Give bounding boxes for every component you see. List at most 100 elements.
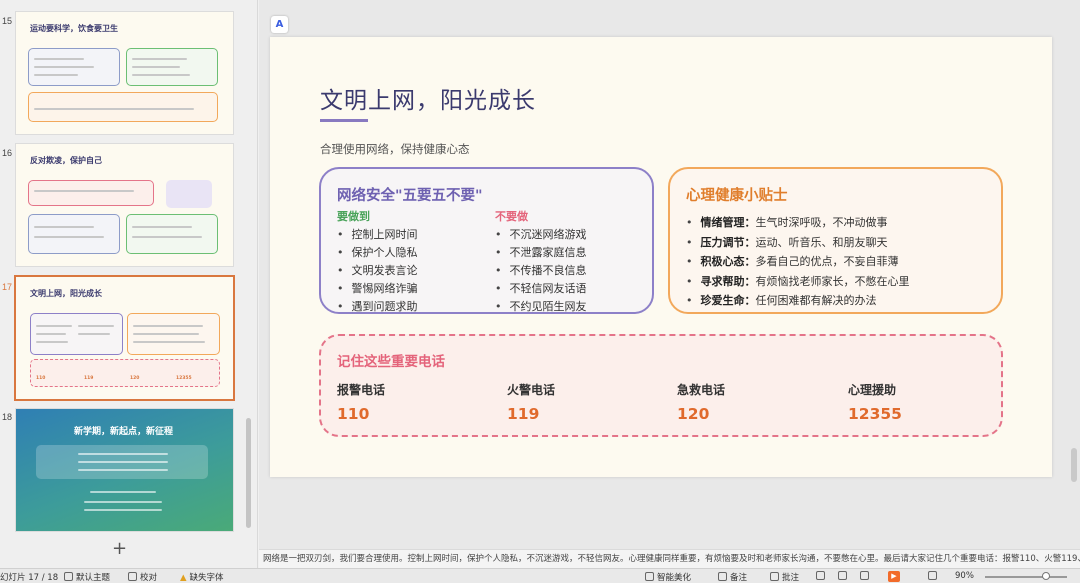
tip-value: 有烦恼找老师家长，不憋在心里 xyxy=(755,274,910,288)
list-item: 寻求帮助：有烦恼找老师家长，不憋在心里 xyxy=(686,272,910,292)
thumbnail-number: 18 xyxy=(2,412,13,422)
thumbnail-text-line xyxy=(36,333,66,335)
thumbnail-box xyxy=(30,359,220,387)
thumbnail-text-line xyxy=(78,469,168,471)
list-item: 警惕网络诈骗 xyxy=(337,280,418,298)
thumbnail-box xyxy=(126,214,218,254)
slide-title[interactable]: 文明上网，阳光成长 xyxy=(320,81,536,115)
mental-health-card-title: 心理健康小贴士 xyxy=(686,188,788,204)
speaker-notes[interactable]: 网络是一把双刃剑，我们要合理使用。控制上网时间，保护个人隐私，不沉迷游戏，不轻信… xyxy=(259,549,1080,568)
tip-value: 生气时深呼吸，不冲动做事 xyxy=(755,216,888,229)
thumbnail-slide-15[interactable]: 运动要科学，饮食要卫生 xyxy=(16,12,233,134)
network-safety-card[interactable]: 网络安全"五要五不要" 要做到 控制上网时间 保护个人隐私 文明发表言论 警惕网… xyxy=(319,167,654,314)
thumbnail-slide-17[interactable]: 文明上网，阳光成长 110 119 120 12355 xyxy=(16,277,233,399)
thumbnail-slide-18[interactable]: 新学期，新起点，新征程 xyxy=(16,409,233,531)
thumbnail-text-line xyxy=(36,341,68,343)
theme-label: 默认主题 xyxy=(76,573,111,583)
play-slideshow-button[interactable]: ▶ xyxy=(888,571,900,582)
normal-view-icon xyxy=(816,571,825,580)
phone-number: 110 xyxy=(337,405,370,423)
thumbnail-slide-16[interactable]: 反对欺凌，保护自己 xyxy=(16,144,233,266)
phone-label: 心理援助 xyxy=(848,383,897,397)
add-slide-button[interactable]: + xyxy=(112,538,127,559)
comments-button[interactable]: 批注 xyxy=(770,571,799,583)
missing-font-label: 缺失字体 xyxy=(189,573,224,583)
beautify-button[interactable]: 智能美化 xyxy=(645,571,691,583)
dont-list: 不沉迷网络游戏 不泄露家庭信息 不传播不良信息 不轻信网友话语 不约见陌生网友 xyxy=(495,226,587,316)
notes-button[interactable]: 备注 xyxy=(718,571,747,583)
phone-label: 火警电话 xyxy=(507,383,556,397)
normal-view-button[interactable] xyxy=(816,571,833,582)
thumbnail-scrollbar[interactable] xyxy=(246,418,251,528)
list-item: 不传播不良信息 xyxy=(495,262,587,280)
network-card-title: 网络安全"五要五不要" xyxy=(337,188,483,204)
phone-numbers-card[interactable]: 记住这些重要电话 报警电话 110 火警电话 119 急救电话 120 心理援助… xyxy=(319,334,1003,437)
list-item: 遇到问题求助 xyxy=(337,298,418,316)
thumbnail-text-line xyxy=(132,66,180,68)
thumbnail-text-line xyxy=(132,236,202,238)
missing-font-button[interactable]: ▲ 缺失字体 xyxy=(180,571,224,583)
tip-value: 多看自己的优点，不妄自菲薄 xyxy=(755,255,899,268)
slide-thumbnail-panel[interactable]: 15 运动要科学，饮食要卫生 16 反对欺凌，保护自己 17 文明上网，阳光成长 xyxy=(0,0,258,568)
notes-label: 备注 xyxy=(730,573,748,583)
theme-icon xyxy=(64,572,73,581)
thumbnail-text-line xyxy=(90,491,156,493)
list-item: 不沉迷网络游戏 xyxy=(495,226,587,244)
editor-scrollbar[interactable] xyxy=(1071,448,1077,482)
thumbnail-text-line xyxy=(34,190,134,192)
thumbnail-number-110: 110 xyxy=(36,376,46,381)
theme-button[interactable]: 默认主题 xyxy=(64,571,110,583)
thumbnail-text-line xyxy=(34,66,94,68)
tip-key: 情绪管理： xyxy=(700,216,756,229)
proofread-label: 校对 xyxy=(140,573,158,583)
phone-number: 119 xyxy=(507,405,540,423)
tip-value: 运动、听音乐、和朋友聊天 xyxy=(755,235,888,249)
thumbnail-text-line xyxy=(34,236,104,238)
thumbnail-illustration xyxy=(166,180,212,208)
thumbnail-text-line xyxy=(84,509,162,511)
phone-number: 12355 xyxy=(848,405,902,423)
thumbnail-title: 文明上网，阳光成长 xyxy=(30,289,102,298)
slide-subtitle[interactable]: 合理使用网络，保持健康心态 xyxy=(320,141,470,157)
phone-label: 急救电话 xyxy=(677,383,726,397)
zoom-slider[interactable] xyxy=(985,576,1067,578)
app-logo-icon[interactable]: A xyxy=(271,16,288,33)
thumbnail-text-line xyxy=(78,325,114,327)
list-item: 珍爱生命：任何困难都有解决的办法 xyxy=(686,291,910,311)
thumbnail-text-line xyxy=(36,325,72,327)
zoom-slider-handle[interactable] xyxy=(1042,572,1050,580)
do-list: 控制上网时间 保护个人隐私 文明发表言论 警惕网络诈骗 遇到问题求助 xyxy=(337,226,418,316)
phone-card-title: 记住这些重要电话 xyxy=(337,354,445,370)
fit-window-button[interactable] xyxy=(928,571,940,582)
slide-position: 幻灯片 17 / 18 xyxy=(0,573,59,583)
fit-icon xyxy=(928,571,937,580)
list-item: 积极心态：多看自己的优点，不妄自菲薄 xyxy=(686,252,910,272)
thumbnail-text-line xyxy=(34,74,78,76)
slide-editor[interactable]: A 文明上网，阳光成长 合理使用网络，保持健康心态 网络安全"五要五不要" 要做… xyxy=(259,0,1080,549)
slide-canvas[interactable]: 文明上网，阳光成长 合理使用网络，保持健康心态 网络安全"五要五不要" 要做到 … xyxy=(270,37,1052,477)
warning-icon: ▲ xyxy=(180,573,187,583)
thumbnail-title: 运动要科学，饮食要卫生 xyxy=(30,24,118,33)
phone-item-ambulance: 急救电话 120 xyxy=(677,381,725,423)
grid-view-button[interactable] xyxy=(838,571,850,582)
proofread-icon xyxy=(128,572,137,581)
status-bar: 幻灯片 17 / 18 默认主题 校对 ▲ 缺失字体 智能美化 备注 批注 ▶ 9… xyxy=(0,568,1080,583)
phone-item-psych-aid: 心理援助 12355 xyxy=(848,381,902,423)
thumbnail-text-line xyxy=(34,58,84,60)
tip-key: 珍爱生命： xyxy=(700,294,756,307)
tip-value: 任何困难都有解决的办法 xyxy=(755,294,877,307)
list-item: 保护个人隐私 xyxy=(337,244,418,262)
thumbnail-title: 反对欺凌，保护自己 xyxy=(30,156,102,165)
list-item: 控制上网时间 xyxy=(337,226,418,244)
reading-view-button[interactable] xyxy=(860,571,872,582)
mental-health-card[interactable]: 心理健康小贴士 情绪管理：生气时深呼吸，不冲动做事 压力调节：运动、听音乐、和朋… xyxy=(668,167,1003,314)
tip-key: 积极心态： xyxy=(700,255,756,268)
list-item: 文明发表言论 xyxy=(337,262,418,280)
phone-item-police: 报警电话 110 xyxy=(337,381,385,423)
thumbnail-text-line xyxy=(84,501,162,503)
dont-heading: 不要做 xyxy=(495,210,528,223)
zoom-level[interactable]: 90% xyxy=(955,571,974,581)
thumbnail-text-line xyxy=(133,341,205,343)
proofread-button[interactable]: 校对 xyxy=(128,571,157,583)
thumbnail-text-line xyxy=(133,333,199,335)
